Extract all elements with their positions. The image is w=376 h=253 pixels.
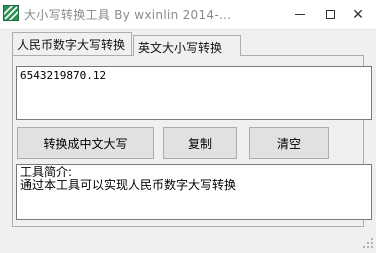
- info-text: 通过本工具可以实现人民币数字大写转换: [20, 178, 237, 192]
- close-button[interactable]: ✕: [340, 0, 376, 29]
- clear-button[interactable]: 清空: [249, 127, 329, 159]
- amount-input[interactable]: 6543219870.12: [16, 66, 372, 120]
- tab-rmb-uppercase[interactable]: 人民币数字大写转换: [12, 32, 132, 55]
- title-bar: 大小写转换工具 By wxinlin 2014-... ✕: [0, 0, 376, 30]
- convert-button[interactable]: 转换成中文大写: [17, 127, 154, 159]
- window-title: 大小写转换工具 By wxinlin 2014-...: [24, 8, 232, 22]
- resize-grip-icon[interactable]: [362, 234, 374, 248]
- info-textarea[interactable]: 工具简介: 通过本工具可以实现人民币数字大写转换: [16, 164, 372, 220]
- close-icon: ✕: [352, 6, 364, 23]
- maximize-icon: [325, 10, 335, 19]
- app-logo-icon: [3, 5, 19, 21]
- minimize-icon: [295, 14, 305, 15]
- copy-button[interactable]: 复制: [163, 127, 237, 159]
- tab-english-case[interactable]: 英文大小写转换: [133, 35, 241, 56]
